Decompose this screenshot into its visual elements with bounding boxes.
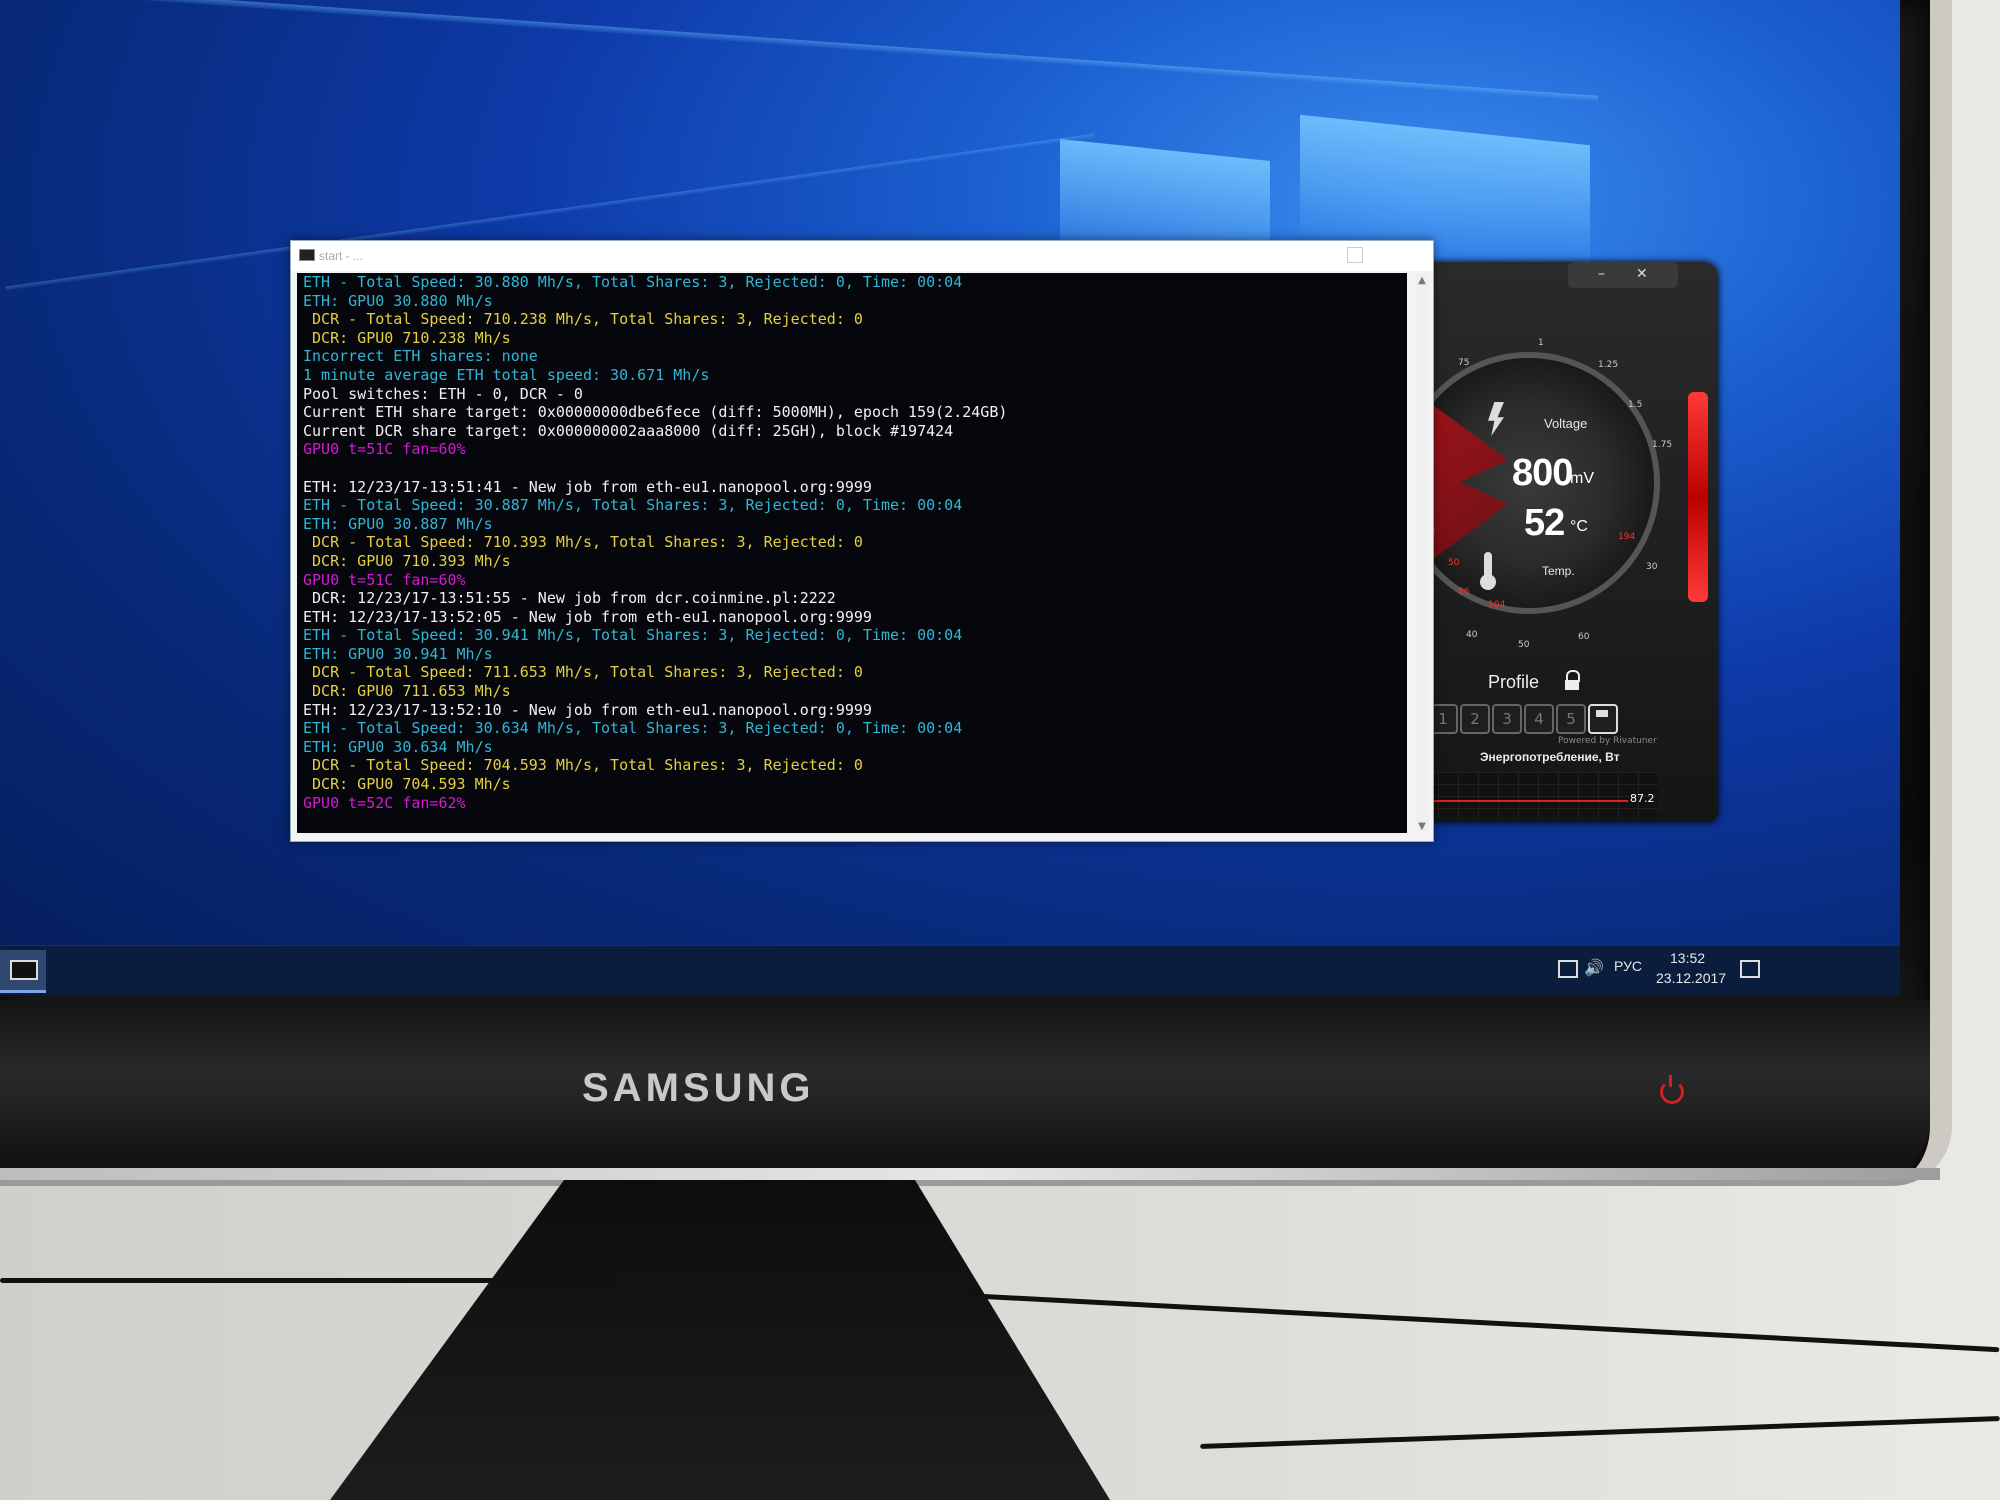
- miner-console-window[interactable]: start - ... ETH - Total Speed: 30.880 Mh…: [290, 240, 1434, 842]
- msi-afterburner-window[interactable]: – ✕ 75 1 1.25 1.5 1.75 50 68 86 104 194 …: [1418, 262, 1718, 822]
- scroll-down-icon[interactable]: ▼: [1417, 821, 1427, 832]
- console-line: DCR: GPU0 710.393 Mh/s: [303, 551, 511, 570]
- power-graph-title: Энергопотребление, Вт: [1480, 750, 1620, 764]
- network-icon[interactable]: [1558, 960, 1578, 978]
- profile-label: Profile: [1488, 672, 1540, 692]
- gauge-tick: 30: [1646, 562, 1658, 572]
- console-line: GPU0 t=51C fan=60%: [303, 440, 466, 459]
- voltage-value: 800: [1512, 452, 1573, 494]
- console-line: ETH: GPU0 30.880 Mh/s: [303, 291, 493, 310]
- console-scrollbar[interactable]: ▲ ▼: [1415, 273, 1429, 833]
- console-line: ETH - Total Speed: 30.634 Mh/s, Total Sh…: [303, 719, 963, 738]
- console-line: DCR - Total Speed: 710.393 Mh/s, Total S…: [303, 533, 863, 552]
- gauge-tick: 86: [1458, 587, 1470, 597]
- profile-slot-2[interactable]: 2: [1460, 704, 1490, 734]
- power-graph-line: [1418, 800, 1628, 802]
- desktop-screen: – ✕ 75 1 1.25 1.5 1.75 50 68 86 104 194 …: [0, 0, 1900, 995]
- temperature-value: 52: [1524, 502, 1565, 544]
- volume-icon[interactable]: 🔊: [1584, 958, 1604, 978]
- console-line: DCR - Total Speed: 711.653 Mh/s, Total S…: [303, 663, 863, 682]
- gauge-tick: 1.25: [1598, 360, 1619, 370]
- maximize-icon[interactable]: [1347, 247, 1363, 263]
- voltage-unit: mV: [1570, 470, 1594, 487]
- voltage-label: Voltage: [1544, 416, 1588, 431]
- console-title: start - ...: [319, 249, 364, 263]
- taskbar-console-button[interactable]: [0, 950, 46, 993]
- console-line: ETH: 12/23/17-13:51:41 - New job from et…: [303, 477, 872, 496]
- console-line: 1 minute average ETH total speed: 30.671…: [303, 365, 710, 384]
- gauge-tick: 104: [1488, 600, 1506, 610]
- console-titlebar[interactable]: start - ...: [291, 241, 1433, 271]
- console-line: GPU0 t=52C fan=62%: [303, 793, 466, 812]
- console-line: DCR: 12/23/17-13:51:55 - New job from dc…: [303, 589, 836, 608]
- light-beam: [1, 0, 1599, 102]
- close-icon[interactable]: ✕: [1636, 266, 1648, 282]
- console-line: DCR: GPU0 711.653 Mh/s: [303, 682, 511, 701]
- console-line: Current ETH share target: 0x00000000dbe6…: [303, 403, 1008, 422]
- gauge-tick: 75: [1458, 358, 1470, 368]
- monitor-trim: [0, 1168, 1940, 1180]
- monitor-chin: [0, 1000, 1930, 1180]
- gauge-tick: 194: [1618, 532, 1636, 542]
- console-line: ETH - Total Speed: 30.887 Mh/s, Total Sh…: [303, 496, 963, 515]
- gauge-tick: 50: [1518, 640, 1530, 650]
- gauge-tick: 1.5: [1628, 400, 1643, 410]
- power-button-icon[interactable]: [1660, 1075, 1684, 1104]
- gauge-tick: 1.75: [1652, 440, 1673, 450]
- lock-icon[interactable]: [1565, 670, 1580, 690]
- console-line: ETH: GPU0 30.941 Mh/s: [303, 644, 493, 663]
- afterburner-titlebar[interactable]: – ✕: [1568, 262, 1678, 288]
- language-indicator[interactable]: РУС: [1614, 958, 1642, 974]
- gauge-tick: 1: [1538, 338, 1544, 348]
- console-line: GPU0 t=51C fan=60%: [303, 570, 466, 589]
- console-line: DCR: GPU0 704.593 Mh/s: [303, 775, 511, 794]
- profile-slot-3[interactable]: 3: [1492, 704, 1522, 734]
- gauge-tick: 40: [1466, 630, 1478, 640]
- console-output: ETH - Total Speed: 30.880 Mh/s, Total Sh…: [297, 273, 1407, 833]
- clock-date[interactable]: 23.12.2017: [1656, 970, 1726, 986]
- gauge-tick: 60: [1578, 632, 1590, 642]
- notifications-icon[interactable]: [1740, 960, 1760, 978]
- console-line: ETH: 12/23/17-13:52:05 - New job from et…: [303, 607, 872, 626]
- cable: [0, 1278, 620, 1283]
- scroll-up-icon[interactable]: ▲: [1417, 275, 1427, 286]
- monitor-brand-logo: SAMSUNG: [582, 1066, 815, 1110]
- console-line: ETH - Total Speed: 30.880 Mh/s, Total Sh…: [303, 273, 963, 291]
- console-line: DCR - Total Speed: 704.593 Mh/s, Total S…: [303, 756, 863, 775]
- clock-time[interactable]: 13:52: [1670, 950, 1705, 966]
- console-line: DCR - Total Speed: 710.238 Mh/s, Total S…: [303, 310, 863, 329]
- console-icon: [299, 249, 315, 261]
- console-line: ETH: 12/23/17-13:52:10 - New job from et…: [303, 700, 872, 719]
- console-line: ETH: GPU0 30.887 Mh/s: [303, 514, 493, 533]
- console-icon: [10, 960, 38, 980]
- gauge-tick: 50: [1448, 558, 1460, 568]
- thermometer-icon: [1480, 552, 1496, 590]
- console-line: Pool switches: ETH - 0, DCR - 0: [303, 384, 583, 403]
- profile-slot-4[interactable]: 4: [1524, 704, 1554, 734]
- console-line: Current DCR share target: 0x000000002aaa…: [303, 421, 954, 440]
- console-line: ETH: GPU0 30.634 Mh/s: [303, 737, 493, 756]
- afterburner-side-bar: [1688, 392, 1708, 602]
- powered-by-label: Powered by Rivatuner: [1558, 736, 1657, 746]
- console-line: ETH - Total Speed: 30.941 Mh/s, Total Sh…: [303, 626, 963, 645]
- power-graph-value: 87.2: [1630, 792, 1655, 805]
- console-line: DCR: GPU0 710.238 Mh/s: [303, 328, 511, 347]
- power-graph: [1418, 772, 1658, 818]
- profile-slot-5[interactable]: 5: [1556, 704, 1586, 734]
- taskbar: 🔊 РУС 13:52 23.12.2017: [0, 945, 1900, 995]
- temperature-unit: °C: [1570, 518, 1588, 535]
- temperature-label: Temp.: [1542, 564, 1575, 578]
- minimize-icon[interactable]: –: [1598, 266, 1605, 282]
- monitor-bezel: – ✕ 75 1 1.25 1.5 1.75 50 68 86 104 194 …: [0, 0, 1952, 1186]
- console-line: Incorrect ETH shares: none: [303, 347, 538, 366]
- save-icon[interactable]: [1588, 704, 1618, 734]
